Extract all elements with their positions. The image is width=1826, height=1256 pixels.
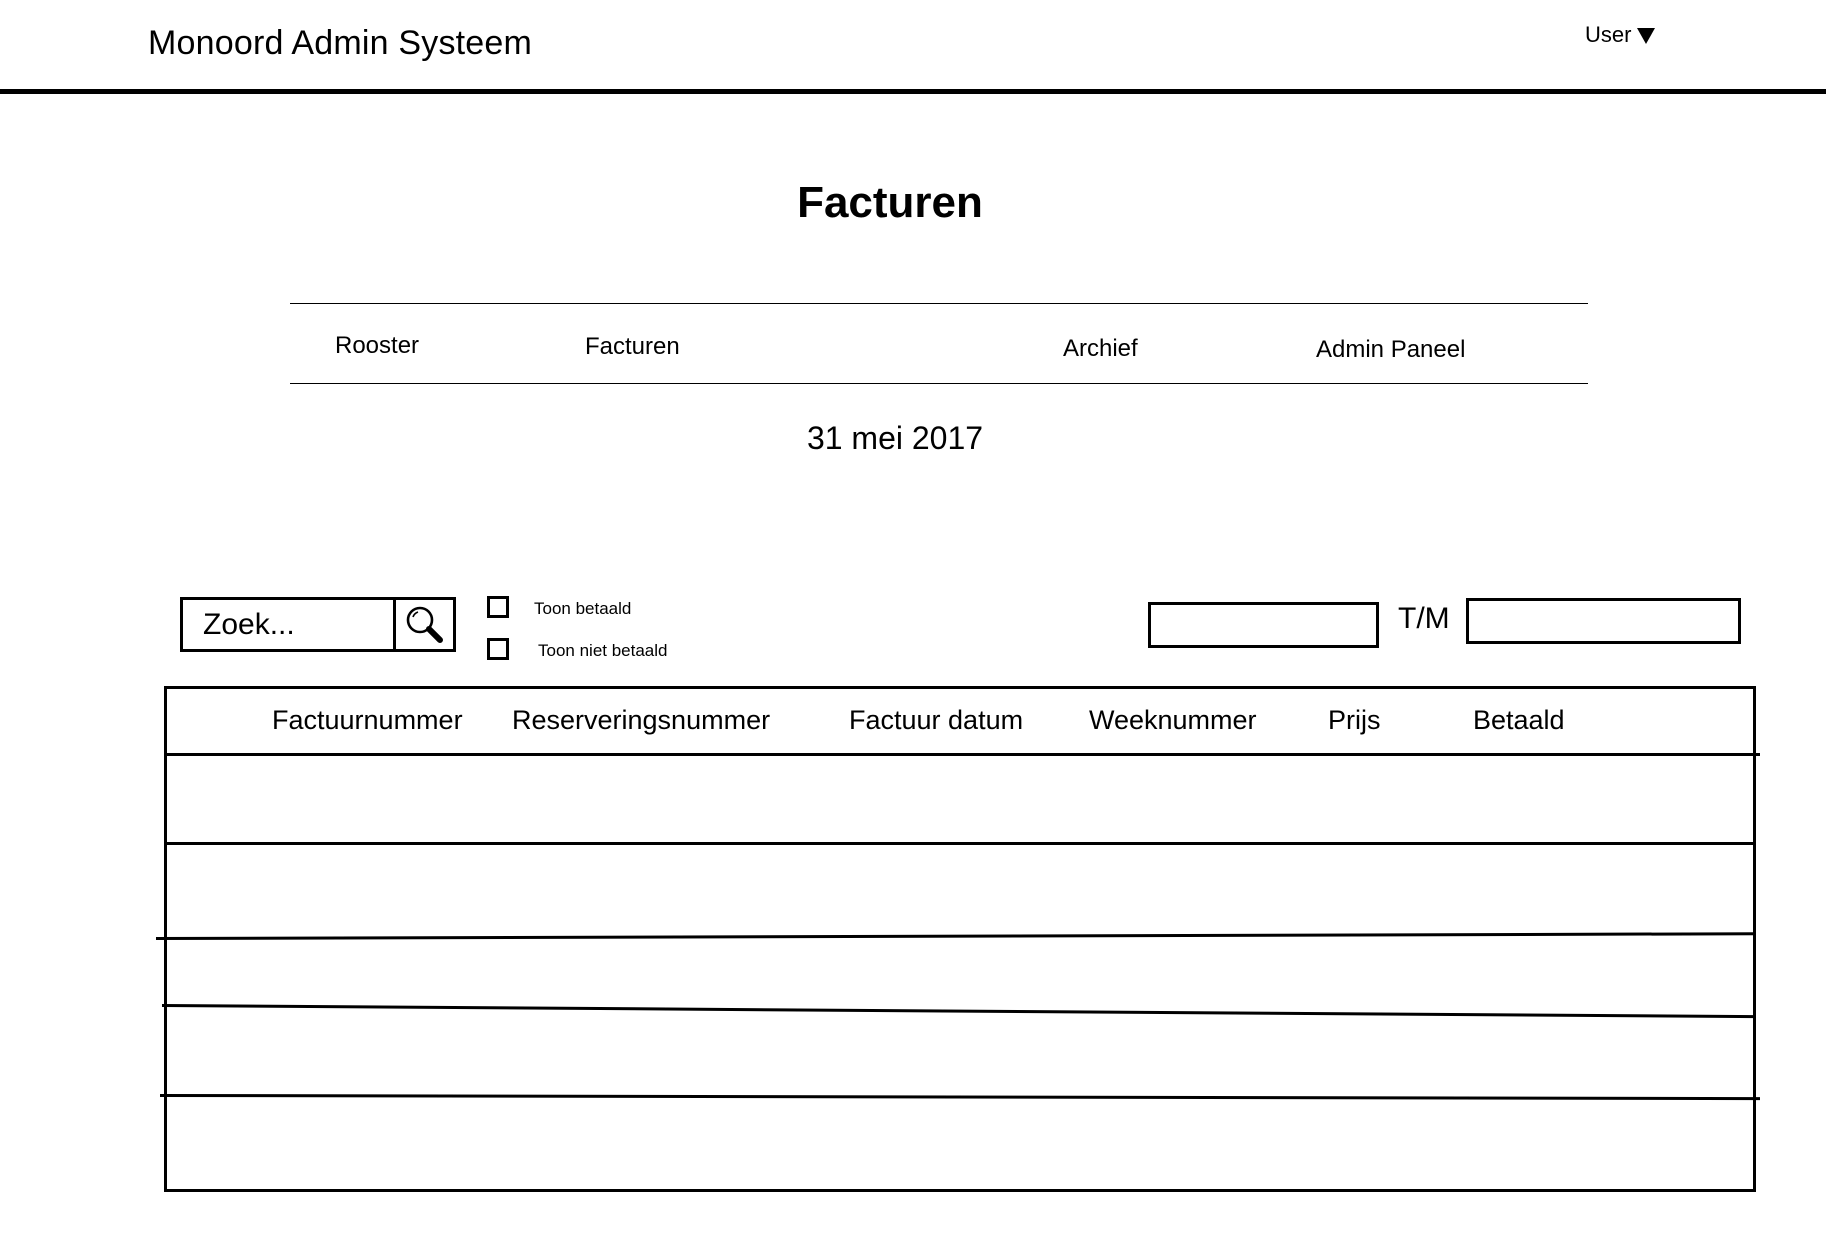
column-header-reserveringsnummer[interactable]: Reserveringsnummer (512, 705, 770, 736)
date-to-input[interactable] (1466, 598, 1741, 644)
current-date: 31 mei 2017 (806, 420, 984, 456)
search-box (180, 597, 456, 652)
nav-item-archief[interactable]: Archief (1063, 335, 1138, 363)
search-input[interactable] (183, 600, 393, 649)
dropdown-triangle-icon (1637, 28, 1656, 44)
toon-niet-betaald-checkbox[interactable] (487, 638, 509, 660)
toon-betaald-label: Toon betaald (534, 599, 632, 618)
table-row[interactable] (167, 756, 1753, 842)
nav-divider-bottom (290, 383, 1588, 384)
nav-item-facturen[interactable]: Facturen (585, 333, 680, 361)
date-range-separator: T/M (1398, 602, 1450, 635)
column-header-prijs[interactable]: Prijs (1328, 705, 1381, 736)
search-icon (406, 606, 443, 643)
user-menu[interactable]: User (1585, 22, 1656, 48)
app-title: Monoord Admin Systeem (148, 24, 533, 62)
user-menu-label: User (1585, 22, 1632, 47)
column-header-weeknummer[interactable]: Weeknummer (1089, 705, 1257, 736)
nav-item-rooster[interactable]: Rooster (335, 332, 419, 360)
nav-item-admin-paneel[interactable]: Admin Paneel (1316, 336, 1465, 364)
toon-betaald-checkbox[interactable] (487, 596, 509, 618)
column-header-factuur-datum[interactable]: Factuur datum (849, 705, 1023, 736)
column-header-betaald[interactable]: Betaald (1473, 705, 1565, 736)
nav-divider-top (290, 303, 1588, 304)
header-divider (0, 89, 1826, 94)
search-button[interactable] (393, 600, 453, 649)
table-row[interactable] (167, 845, 1753, 937)
column-header-factuurnummer[interactable]: Factuurnummer (272, 705, 463, 736)
table-row[interactable] (167, 940, 1753, 1004)
page-title: Facturen (797, 178, 983, 227)
table-row[interactable] (167, 1097, 1753, 1189)
date-from-input[interactable] (1148, 602, 1379, 648)
toon-niet-betaald-label: Toon niet betaald (538, 641, 668, 660)
table-row[interactable] (167, 1007, 1753, 1094)
